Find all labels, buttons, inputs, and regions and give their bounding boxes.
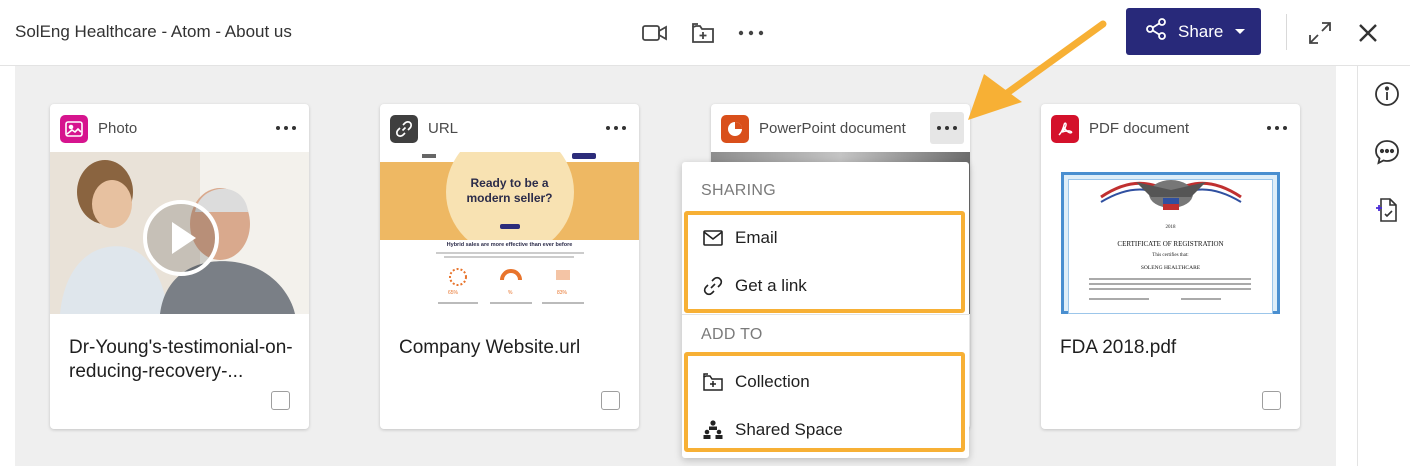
card-more-button[interactable]: [1260, 112, 1294, 144]
share-nodes-icon: [1144, 17, 1168, 46]
add-to-collection-icon[interactable]: [688, 18, 718, 48]
video-camera-icon[interactable]: [640, 18, 670, 48]
select-checkbox[interactable]: [601, 391, 620, 410]
card-header: URL: [380, 104, 639, 152]
card-header: PowerPoint document: [711, 104, 970, 152]
card-header: PDF document: [1041, 104, 1300, 152]
asset-card-pdf[interactable]: PDF document 2018 CERTIFICATE OF REGISTR…: [1041, 104, 1300, 429]
mail-icon: [702, 227, 724, 249]
card-type-label: Photo: [98, 120, 138, 137]
info-icon[interactable]: [1374, 81, 1400, 107]
powerpoint-icon: [721, 115, 749, 143]
pdf-thumbnail[interactable]: 2018 CERTIFICATE OF REGISTRATION This ce…: [1041, 152, 1300, 314]
select-checkbox[interactable]: [271, 391, 290, 410]
card-type-label: URL: [428, 120, 459, 137]
card-title: Company Website.url: [399, 337, 581, 358]
menu-item-label: Shared Space: [735, 420, 843, 439]
chevron-down-icon: [1235, 29, 1246, 34]
menu-item-email[interactable]: Email: [702, 219, 952, 257]
cert-year: 2018: [1165, 225, 1176, 230]
card-header: Photo: [50, 104, 309, 152]
menu-section-sharing: SHARING: [701, 182, 776, 199]
menu-item-collection[interactable]: Collection: [702, 363, 952, 401]
card-type-label: PowerPoint document: [759, 120, 906, 137]
card-actions-menu: SHARING Email Get a link ADD TO Collecti…: [682, 162, 969, 458]
cert-org: SOLENG HEALTHCARE: [1140, 265, 1201, 271]
video-thumbnail[interactable]: [50, 152, 309, 314]
image-icon: [60, 115, 88, 143]
comment-icon[interactable]: [1374, 139, 1400, 165]
menu-item-label: Email: [735, 228, 778, 247]
select-checkbox[interactable]: [1262, 391, 1281, 410]
asset-card-photo[interactable]: Photo Dr-Young's-testimonial-on-reducing…: [50, 104, 309, 429]
link-icon: [702, 275, 724, 297]
menu-item-shared-space[interactable]: Shared Space: [702, 411, 952, 449]
more-horizontal-icon[interactable]: [736, 18, 766, 48]
card-more-button[interactable]: [599, 112, 633, 144]
right-rail: [1357, 66, 1410, 466]
menu-section-add-to: ADD TO: [701, 326, 763, 343]
app-header: SolEng Healthcare - Atom - About us Shar…: [0, 0, 1410, 66]
new-document-icon[interactable]: [1374, 197, 1400, 223]
thumb-stat: %: [508, 290, 513, 296]
pdf-icon: [1051, 115, 1079, 143]
add-to-collection-icon: [702, 371, 724, 393]
card-title: Dr-Young's-testimonial-on-reducing-recov…: [69, 337, 293, 382]
thumb-subhead: Hybrid sales are more effective than eve…: [446, 242, 573, 248]
thumb-headline-1: Ready to be a: [470, 176, 549, 190]
thumb-stat: 83%: [557, 290, 568, 296]
share-label: Share: [1178, 21, 1224, 41]
close-icon[interactable]: [1353, 18, 1383, 48]
menu-item-get-link[interactable]: Get a link: [702, 267, 952, 305]
card-more-button[interactable]: [269, 112, 303, 144]
menu-item-label: Get a link: [735, 276, 807, 295]
menu-item-label: Collection: [735, 372, 810, 391]
thumb-stat: 65%: [448, 290, 459, 296]
asset-card-url[interactable]: URL Ready to be a modern seller? Hybrid …: [380, 104, 639, 429]
card-title: FDA 2018.pdf: [1060, 337, 1177, 358]
link-icon: [390, 115, 418, 143]
website-thumbnail[interactable]: Ready to be a modern seller? Hybrid sale…: [380, 152, 639, 314]
expand-icon[interactable]: [1305, 18, 1335, 48]
shared-space-icon: [702, 419, 724, 441]
card-type-label: PDF document: [1089, 120, 1190, 137]
header-divider: [1286, 14, 1287, 50]
menu-divider: [682, 314, 969, 315]
share-button[interactable]: Share: [1126, 8, 1261, 55]
cert-certifies: This certifies that:: [1152, 253, 1189, 258]
cert-heading: CERTIFICATE OF REGISTRATION: [1117, 240, 1224, 248]
thumb-headline-2: modern seller?: [466, 191, 553, 205]
card-more-button[interactable]: [930, 112, 964, 144]
page-title: SolEng Healthcare - Atom - About us: [15, 22, 292, 41]
